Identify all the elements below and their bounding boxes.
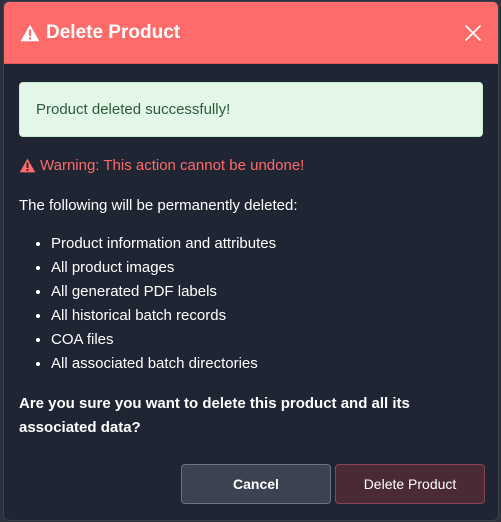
warning-triangle-icon — [20, 24, 40, 41]
warning-message: Warning: This action cannot be undone! — [19, 157, 483, 174]
dialog-title-text: Delete Product — [46, 21, 181, 43]
list-item: All generated PDF labels — [51, 280, 483, 304]
warning-text: Warning: This action cannot be undone! — [40, 157, 305, 174]
warning-triangle-icon — [19, 158, 36, 173]
list-item: All product images — [51, 256, 483, 280]
success-message: Product deleted successfully! — [36, 101, 231, 118]
cancel-button[interactable]: Cancel — [181, 464, 331, 504]
close-icon — [465, 24, 481, 41]
dialog-title: Delete Product — [20, 22, 462, 44]
success-alert: Product deleted successfully! — [19, 82, 483, 137]
list-item: COA files — [51, 328, 483, 352]
list-item: All historical batch records — [51, 304, 483, 328]
delete-product-dialog: Delete Product Product deleted successfu… — [3, 1, 499, 521]
delete-product-button[interactable]: Delete Product — [335, 464, 485, 504]
dialog-header: Delete Product — [4, 2, 498, 64]
dialog-footer: Cancel Delete Product — [4, 464, 498, 504]
dialog-body: Product deleted successfully! Warning: T… — [4, 64, 498, 440]
deletion-intro: The following will be permanently delete… — [19, 197, 298, 214]
list-item: Product information and attributes — [51, 232, 483, 256]
confirm-question: Are you sure you want to delete this pro… — [19, 395, 410, 436]
list-item: All associated batch directories — [51, 352, 483, 376]
deleted-items-list: Product information and attributes All p… — [19, 232, 483, 376]
close-button[interactable] — [462, 22, 484, 44]
